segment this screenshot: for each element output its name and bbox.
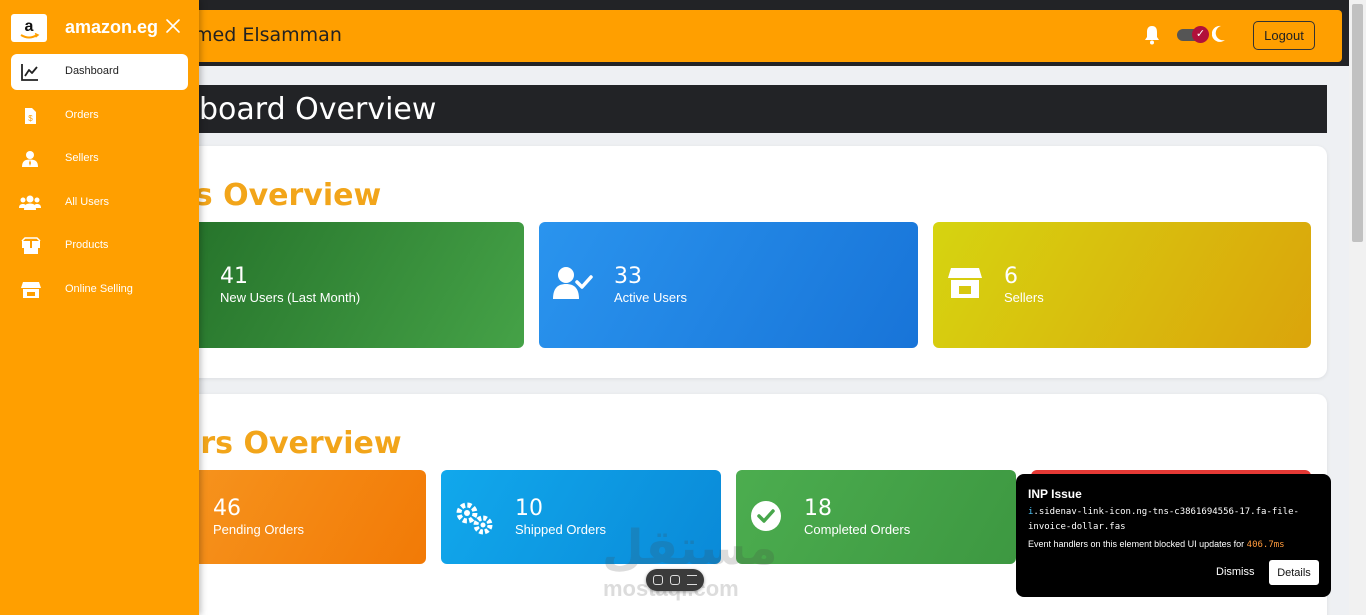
logout-button[interactable]: Logout [1253, 21, 1315, 50]
active-users-label: Active Users [614, 290, 687, 305]
check-icon: ✓ [1192, 26, 1209, 43]
pending-orders-value: 46 [213, 496, 241, 521]
page-title-bar: hboard Overview [180, 85, 1327, 133]
boxes-icon [21, 237, 41, 255]
sidebar-item-dashboard[interactable]: Dashboard [11, 54, 188, 90]
chat-icon[interactable] [653, 575, 663, 585]
sidebar-item-orders[interactable]: $ Orders [11, 98, 188, 134]
scrollbar[interactable] [1349, 0, 1366, 615]
sidebar-item-label: Online Selling [65, 282, 133, 295]
svg-text:a: a [25, 18, 34, 35]
sidebar-item-products[interactable]: Products [11, 228, 188, 264]
top-navbar: hmed Elsamman ✓ Logout [180, 10, 1342, 62]
pending-orders-label: Pending Orders [213, 522, 305, 537]
user-name: hmed Elsamman [182, 24, 342, 46]
sidebar-item-label: All Users [65, 195, 110, 208]
amazon-logo: a [11, 14, 47, 42]
sidebar-item-all-users[interactable]: All Users [11, 185, 188, 221]
completed-orders-label: Completed Orders [804, 522, 911, 537]
sidebar-nav: Dashboard $ Orders Sellers All Users Pro… [11, 54, 188, 316]
new-users-card[interactable]: 41 New Users (Last Month) [180, 222, 524, 348]
sellers-value: 6 [1004, 264, 1018, 289]
inp-message: Event handlers on this element blocked U… [1028, 539, 1285, 550]
shipped-orders-value: 10 [515, 496, 543, 521]
user-check-icon [553, 267, 593, 299]
brand-name: amazon.eg [65, 17, 159, 37]
cogs-icon [456, 502, 493, 535]
inp-title: INP Issue [1028, 487, 1082, 501]
sidebar-item-label: Products [65, 239, 109, 252]
file-invoice-dollar-icon: $ [25, 107, 36, 124]
page-title: hboard Overview [180, 92, 437, 127]
sidebar-item-online-selling[interactable]: Online Selling [11, 272, 188, 308]
new-users-label: New Users (Last Month) [220, 290, 361, 305]
store-icon [21, 281, 41, 298]
store-icon [948, 268, 982, 298]
details-button[interactable]: Details [1269, 560, 1319, 585]
bell-icon[interactable] [1143, 25, 1161, 45]
comment-icon[interactable] [670, 575, 680, 585]
inp-selector: i.sidenav-link-icon.ng-tns-c3861694556-1… [1028, 507, 1299, 532]
floating-toolbar[interactable] [646, 569, 704, 591]
sellers-card[interactable]: 6 Sellers [933, 222, 1311, 348]
completed-orders-card[interactable]: 18 Completed Orders [736, 470, 1016, 564]
close-icon[interactable] [165, 18, 181, 34]
sidebar: a amazon.eg Dashboard $ Orders Sellers A… [0, 0, 199, 615]
inp-duration: 406.7ms [1246, 540, 1285, 550]
pending-orders-card[interactable]: 46 Pending Orders [180, 470, 426, 564]
new-users-value: 41 [220, 264, 248, 289]
moon-icon [1212, 25, 1225, 42]
active-users-value: 33 [614, 264, 642, 289]
sidebar-item-label: Dashboard [65, 65, 119, 77]
amazon-logo-icon: a [20, 18, 40, 39]
chart-line-icon [21, 64, 38, 81]
sidebar-item-label: Sellers [65, 152, 99, 165]
shipped-orders-label: Shipped Orders [515, 522, 607, 537]
orders-overview-title: ers Overview [180, 426, 402, 461]
scrollbar-thumb[interactable] [1352, 4, 1363, 242]
svg-text:$: $ [28, 114, 33, 123]
watermark-logo: مستقل mostaql.com [602, 520, 778, 601]
completed-orders-value: 18 [804, 496, 832, 521]
theme-toggle[interactable]: ✓ [1177, 26, 1209, 43]
menu-icon[interactable] [687, 575, 697, 585]
inp-issue-popup: INP Issue i.sidenav-link-icon.ng-tns-c38… [1016, 474, 1331, 597]
active-users-card[interactable]: 33 Active Users [539, 222, 918, 348]
users-overview-panel: rs Overview 41 New Users (Last Month) 33… [180, 146, 1327, 378]
dismiss-button[interactable]: Dismiss [1216, 566, 1255, 578]
sidebar-item-sellers[interactable]: Sellers [11, 141, 188, 177]
sellers-label: Sellers [1004, 290, 1044, 305]
sidebar-item-label: Orders [65, 108, 99, 121]
users-icon [19, 195, 41, 210]
user-tie-icon [22, 151, 38, 168]
users-overview-title: rs Overview [180, 178, 382, 213]
